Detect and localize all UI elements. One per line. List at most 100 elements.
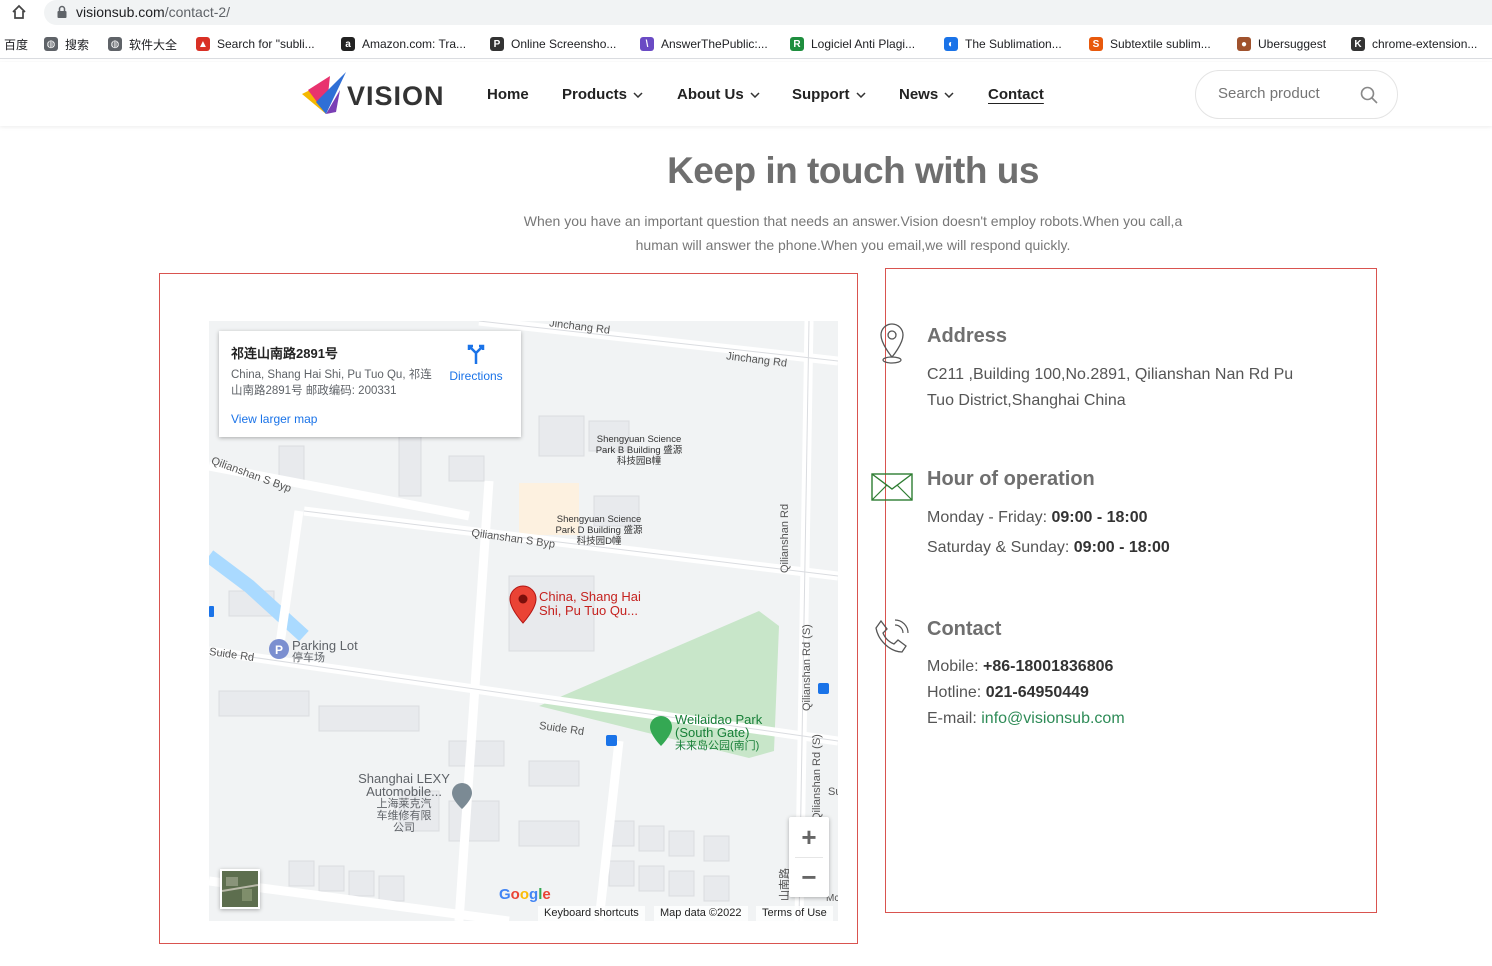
home-icon[interactable] [10, 3, 28, 21]
bookmark-label: AnswerThePublic:... [661, 37, 768, 51]
globe-icon: ◍ [108, 37, 122, 51]
vision-logo[interactable]: VISION [300, 72, 450, 116]
answerthepublic-icon: \ [640, 37, 654, 51]
place-title: 祁连山南路2891号 [231, 346, 338, 361]
mobile-line: Mobile: +86-18001836806 [927, 654, 1113, 680]
nav-item-about-us[interactable]: About Us [677, 86, 760, 103]
map-label-poi[interactable]: Shanghai LEXY Automobile... [354, 772, 454, 798]
bookmark-item[interactable]: Kchrome-extension... [1351, 36, 1477, 52]
place-address: China, Shang Hai Shi, Pu Tuo Qu, 祁连山南路28… [231, 369, 432, 397]
weekday-time: 09:00 - 18:00 [1051, 509, 1148, 526]
map-label-park[interactable]: Weilaidao Park (South Gate) [675, 713, 775, 739]
bookmark-item[interactable]: ◐ The Sublimation... [944, 36, 1062, 52]
nav-label: Products [562, 86, 628, 103]
page-title: Keep in touch with us [667, 150, 1039, 191]
browser-url-bar: visionsub.com/contact-2/ [0, 0, 1492, 25]
email-link[interactable]: info@visionsub.com [981, 710, 1124, 727]
contact-title: Contact [927, 618, 1002, 640]
zoom-in-button[interactable]: + [789, 817, 829, 857]
mobile-label: Mobile: [927, 658, 984, 675]
google-letter: o [519, 886, 530, 903]
search-input[interactable] [1218, 85, 1330, 102]
map-pin-label[interactable]: China, Shang Hai Shi, Pu Tuo Qu... [539, 590, 654, 618]
amazon-icon: a [341, 37, 355, 51]
hotline-line: Hotline: 021-64950449 [927, 680, 1089, 706]
keyboard-shortcuts-link[interactable]: Keyboard shortcuts [538, 906, 645, 921]
mobile-number[interactable]: +86-18001836806 [983, 658, 1113, 675]
weekday-label: Monday - Friday: [927, 509, 1052, 526]
bookmark-label: chrome-extension... [1372, 37, 1478, 51]
hotline-number[interactable]: 021-64950449 [986, 684, 1089, 701]
site-header: VISION Home Products About Us Support News Co… [0, 62, 1492, 126]
bookmark-label: The Sublimation... [965, 37, 1062, 51]
address-title: Address [927, 325, 1008, 347]
nav-item-support[interactable]: Support [792, 86, 866, 103]
map-zoom-controls: + − [789, 817, 829, 897]
bookmark-item[interactable]: 百度 [4, 36, 28, 52]
google-letter: G [499, 886, 511, 903]
nav-label: News [899, 86, 939, 103]
bookmark-label: 搜索 [65, 37, 90, 52]
weekend-label: Saturday & Sunday: [927, 539, 1074, 556]
subtextile-icon: S [1089, 37, 1103, 51]
intro-text-line1: When you have an important question that… [523, 213, 1183, 229]
terms-of-use-link[interactable]: Terms of Use [756, 906, 833, 921]
hours-title: Hour of operation [927, 468, 1095, 490]
nav-item-news[interactable]: News [899, 86, 954, 103]
map-label-building: Shengyuan Science Park B Building 盛源科技园B… [595, 434, 683, 467]
nav-label: Home [487, 86, 529, 103]
nav-label: Support [792, 86, 850, 103]
search-icon[interactable] [1360, 86, 1378, 104]
bookmarks-bar: 百度 ◍ 搜索 ◍ 软件大全 ▲ Search for "subli... a Amazon.c… [0, 29, 1492, 59]
intro-text-line2: human will answer the phone.When you ema… [635, 237, 1071, 253]
map-label-edge: Su [828, 786, 838, 798]
satellite-toggle[interactable] [220, 869, 260, 909]
map-label-building: Shengyuan Science Park D Building 盛源科技园D… [555, 514, 643, 547]
flame-icon: ▲ [196, 37, 210, 51]
directions-label: Directions [449, 369, 503, 383]
google-logo: Google [499, 886, 551, 903]
bookmark-label: 百度 [4, 37, 29, 52]
directions-button[interactable]: Directions [443, 343, 509, 383]
bookmark-label: Search for "subli... [217, 37, 315, 51]
avatar-icon: ● [1237, 37, 1251, 51]
bookmark-item[interactable]: ▲ Search for "subli... [196, 36, 315, 52]
bookmark-item[interactable]: P Online Screensho... [490, 36, 616, 52]
email-label: E-mail: [927, 710, 982, 727]
nav-item-home[interactable]: Home [487, 86, 529, 103]
address-bar[interactable] [44, 0, 1492, 25]
location-pin-icon [880, 323, 904, 364]
map-data-text: Map data ©2022 [654, 906, 748, 921]
phone-icon [875, 619, 909, 653]
chevron-down-icon [855, 91, 866, 98]
bookmark-label: Ubersuggest [1258, 37, 1327, 51]
bookmark-item[interactable]: ● Ubersuggest [1237, 36, 1326, 52]
map-label-park-cn: 未来岛公园(南门) [675, 740, 760, 752]
weekend-time: 09:00 - 18:00 [1073, 539, 1170, 556]
url-path: /contact-2/ [164, 4, 231, 20]
intro-text: When you have an important question that… [520, 209, 1186, 257]
map-label-road: Qilianshan Rd [779, 503, 791, 573]
pr-icon: R [790, 37, 804, 51]
bookmark-item[interactable]: \ AnswerThePublic:... [640, 36, 768, 52]
url-text[interactable]: visionsub.com/contact-2/ [76, 4, 230, 20]
nav-label: About Us [677, 86, 744, 103]
view-larger-map-link[interactable]: View larger map [231, 412, 317, 426]
chevron-down-icon [633, 91, 643, 98]
bookmark-label: Online Screensho... [511, 37, 617, 51]
directions-icon [467, 344, 485, 364]
google-letter: e [542, 886, 551, 903]
nav-item-contact[interactable]: Contact [988, 86, 1044, 103]
bookmark-item[interactable]: ◍ 搜索 [44, 36, 89, 52]
lock-icon [57, 5, 67, 18]
bookmark-item[interactable]: S Subtextile sublim... [1089, 36, 1211, 52]
bookmark-item[interactable]: ◍ 软件大全 [108, 36, 177, 52]
map-label-parking[interactable]: Parking Lot [292, 639, 358, 652]
bookmark-item[interactable]: R Logiciel Anti Plagi... [790, 36, 915, 52]
zoom-out-button[interactable]: − [789, 857, 829, 897]
chevron-down-icon [750, 91, 760, 98]
bookmark-item[interactable]: a Amazon.com: Tra... [341, 36, 466, 52]
nav-item-products[interactable]: Products [562, 86, 643, 103]
product-search [1195, 70, 1398, 119]
email-line: E-mail: info@visionsub.com [927, 706, 1125, 732]
